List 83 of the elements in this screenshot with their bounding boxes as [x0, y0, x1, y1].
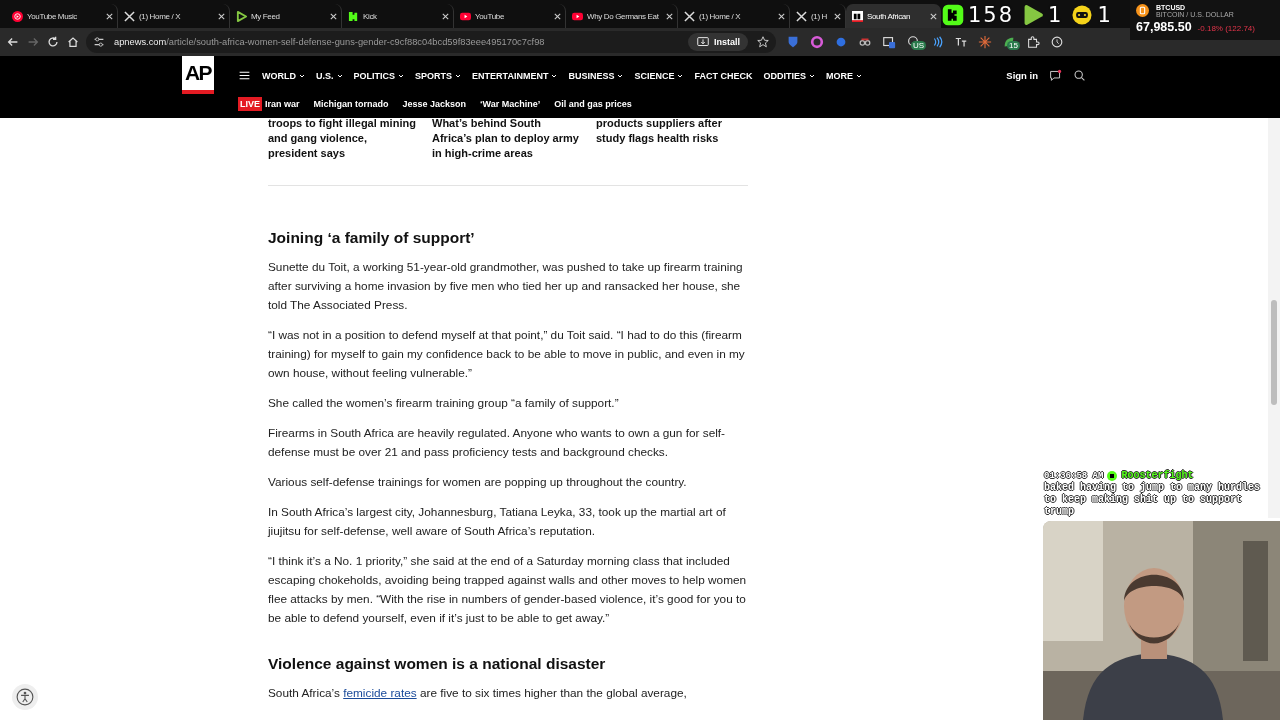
extension-badge: 15 [1007, 41, 1020, 50]
article-link[interactable]: femicide rates [343, 686, 417, 700]
nav-link[interactable]: MORE [825, 70, 862, 81]
article-paragraph: In South Africa’s largest city, Johannesburg, Tatiana Leyka, 33, took up the martial art of jiujitsu for self-defense, well aware of South Africa’s reputation. [268, 504, 727, 540]
play-icon [1022, 4, 1045, 26]
trending-link[interactable]: ‘War Machine’ [480, 99, 541, 109]
trending-link[interactable]: Oil and gas prices [554, 99, 632, 109]
ring-icon[interactable] [810, 35, 824, 49]
nav-link[interactable]: POLITICS [353, 70, 405, 81]
section-heading: Violence against women is a national disaster [268, 654, 607, 674]
section-heading: Joining ‘a family of support’ [268, 228, 476, 248]
accessibility-button[interactable] [12, 684, 38, 710]
article-paragraph: South Africa’s femicide rates are five to six times higher than the global average, [268, 685, 688, 702]
live-badge: LIVE [238, 97, 262, 111]
viewer-count: 158 [968, 3, 1015, 27]
close-icon[interactable] [833, 11, 842, 21]
search-icon[interactable] [1073, 69, 1086, 82]
article-paragraph: She called the women’s firearm training group “a family of support.” [268, 395, 620, 412]
dot-icon[interactable] [834, 35, 848, 49]
related-story-link[interactable]: products suppliers after study flags health risks [596, 118, 746, 161]
home-icon[interactable] [66, 35, 80, 49]
chat-username: Roosterfight [1121, 470, 1194, 481]
burst-icon[interactable] [978, 35, 992, 49]
play-icon [236, 10, 247, 22]
music-icon [12, 10, 23, 22]
x-logo-icon [796, 10, 807, 22]
close-icon[interactable] [105, 11, 114, 21]
nav-link[interactable]: WORLD [262, 70, 305, 81]
trending-link[interactable]: Jesse Jackson [402, 99, 467, 109]
article-paragraph: Various self-defense trainings for women are popping up throughout the country. [268, 474, 688, 491]
close-icon[interactable] [553, 11, 562, 21]
chat-icon[interactable] [1049, 69, 1062, 82]
nav-link[interactable]: FACT CHECK [694, 70, 753, 81]
youtube-icon [460, 10, 471, 22]
sign-in-link[interactable]: Sign in [1006, 70, 1038, 81]
trending-link[interactable]: Iran war [265, 99, 300, 109]
x-logo-icon [124, 10, 135, 22]
viewer-count: 1 [1048, 3, 1064, 27]
article-paragraph: “I think it’s a No. 1 priority,” she said at the end of a Saturday morning class that included escaping chokeholds, avoiding being trapped against walls and other moves to help women flee attacks by men. “With the rise in numbers of gender-based violence, it’s good for you to be able to defend yourself, even if it’s just to be able to get away.” [268, 553, 748, 627]
related-story-link[interactable]: troops to fight illegal mining and gang violence, president says [268, 118, 418, 161]
close-icon[interactable] [329, 11, 338, 21]
related-story-link[interactable]: What’s behind South Africa’s plan to deploy army in high-crime areas [432, 118, 582, 161]
site-settings-icon[interactable] [92, 35, 106, 49]
ticker-change: -0.18% (122.74) [1197, 24, 1255, 33]
chat-message: baked having to jump to many hurdles to keep making shit up to support trump [1044, 482, 1262, 518]
close-icon[interactable] [665, 11, 674, 21]
scrollbar[interactable] [1268, 118, 1280, 518]
ap-favicon-icon [852, 10, 863, 22]
close-icon[interactable] [929, 11, 938, 21]
star-icon[interactable] [756, 35, 770, 49]
ap-logo[interactable]: AP [182, 56, 214, 94]
translate-icon[interactable] [954, 35, 968, 49]
nav-link[interactable]: SCIENCE [634, 70, 684, 81]
article-paragraph: Firearms in South Africa are heavily regulated. Anyone who wants to own a gun for self-defense must be over 21 and pass proficiency tests and background checks. [268, 425, 727, 461]
menu-icon[interactable] [238, 69, 251, 82]
shield-icon[interactable] [786, 35, 800, 49]
ticker-price: 67,985.50 [1136, 20, 1192, 34]
nav-link[interactable]: BUSINESS [568, 70, 624, 81]
window-icon[interactable] [882, 35, 896, 49]
article-paragraph: Sunette du Toit, a working 51-year-old grandmother, was pushed to take up firearm training after surviving a home invasion by five men who tied her up and ransacked her house, she told The Associated Press. [268, 259, 744, 314]
puzzle-icon[interactable] [1026, 35, 1040, 49]
back-icon[interactable] [6, 35, 20, 49]
nav-link[interactable]: SPORTS [415, 70, 462, 81]
install-icon [696, 35, 710, 49]
chat-time: 01:36:58 AM [1044, 470, 1104, 481]
history-icon[interactable] [1050, 35, 1064, 49]
nav-link[interactable]: ODDITIES [763, 70, 815, 81]
close-icon[interactable] [217, 11, 226, 21]
trending-link[interactable]: Michigan tornado [313, 99, 389, 109]
nav-link[interactable]: ENTERTAINMENT [472, 70, 558, 81]
article-paragraph: “I was not in a position to defend myself at that point,” du Toit said. “I had to do this (firearm training) for myself to gain my confidence back to be able to move in public, and even in my own house, without feeling vulnerable.” [268, 327, 746, 382]
install-button[interactable]: Install [688, 33, 748, 51]
x-logo-icon [684, 10, 695, 22]
extension-badge: US [911, 41, 927, 50]
viewer-count: 1 [1097, 3, 1113, 27]
reload-icon[interactable] [46, 35, 60, 49]
close-icon[interactable] [441, 11, 450, 21]
youtube-icon [572, 10, 583, 22]
nav-link[interactable]: U.S. [316, 70, 343, 81]
bitcoin-icon [1136, 4, 1149, 17]
address-bar[interactable]: apnews.com/article/south-africa-women-self-defense-guns-gender-c9cf88c04bcd59f83eee495170c7cf98 Install [86, 31, 776, 53]
browser-tab[interactable]: South African [846, 4, 941, 28]
close-icon[interactable] [777, 11, 786, 21]
